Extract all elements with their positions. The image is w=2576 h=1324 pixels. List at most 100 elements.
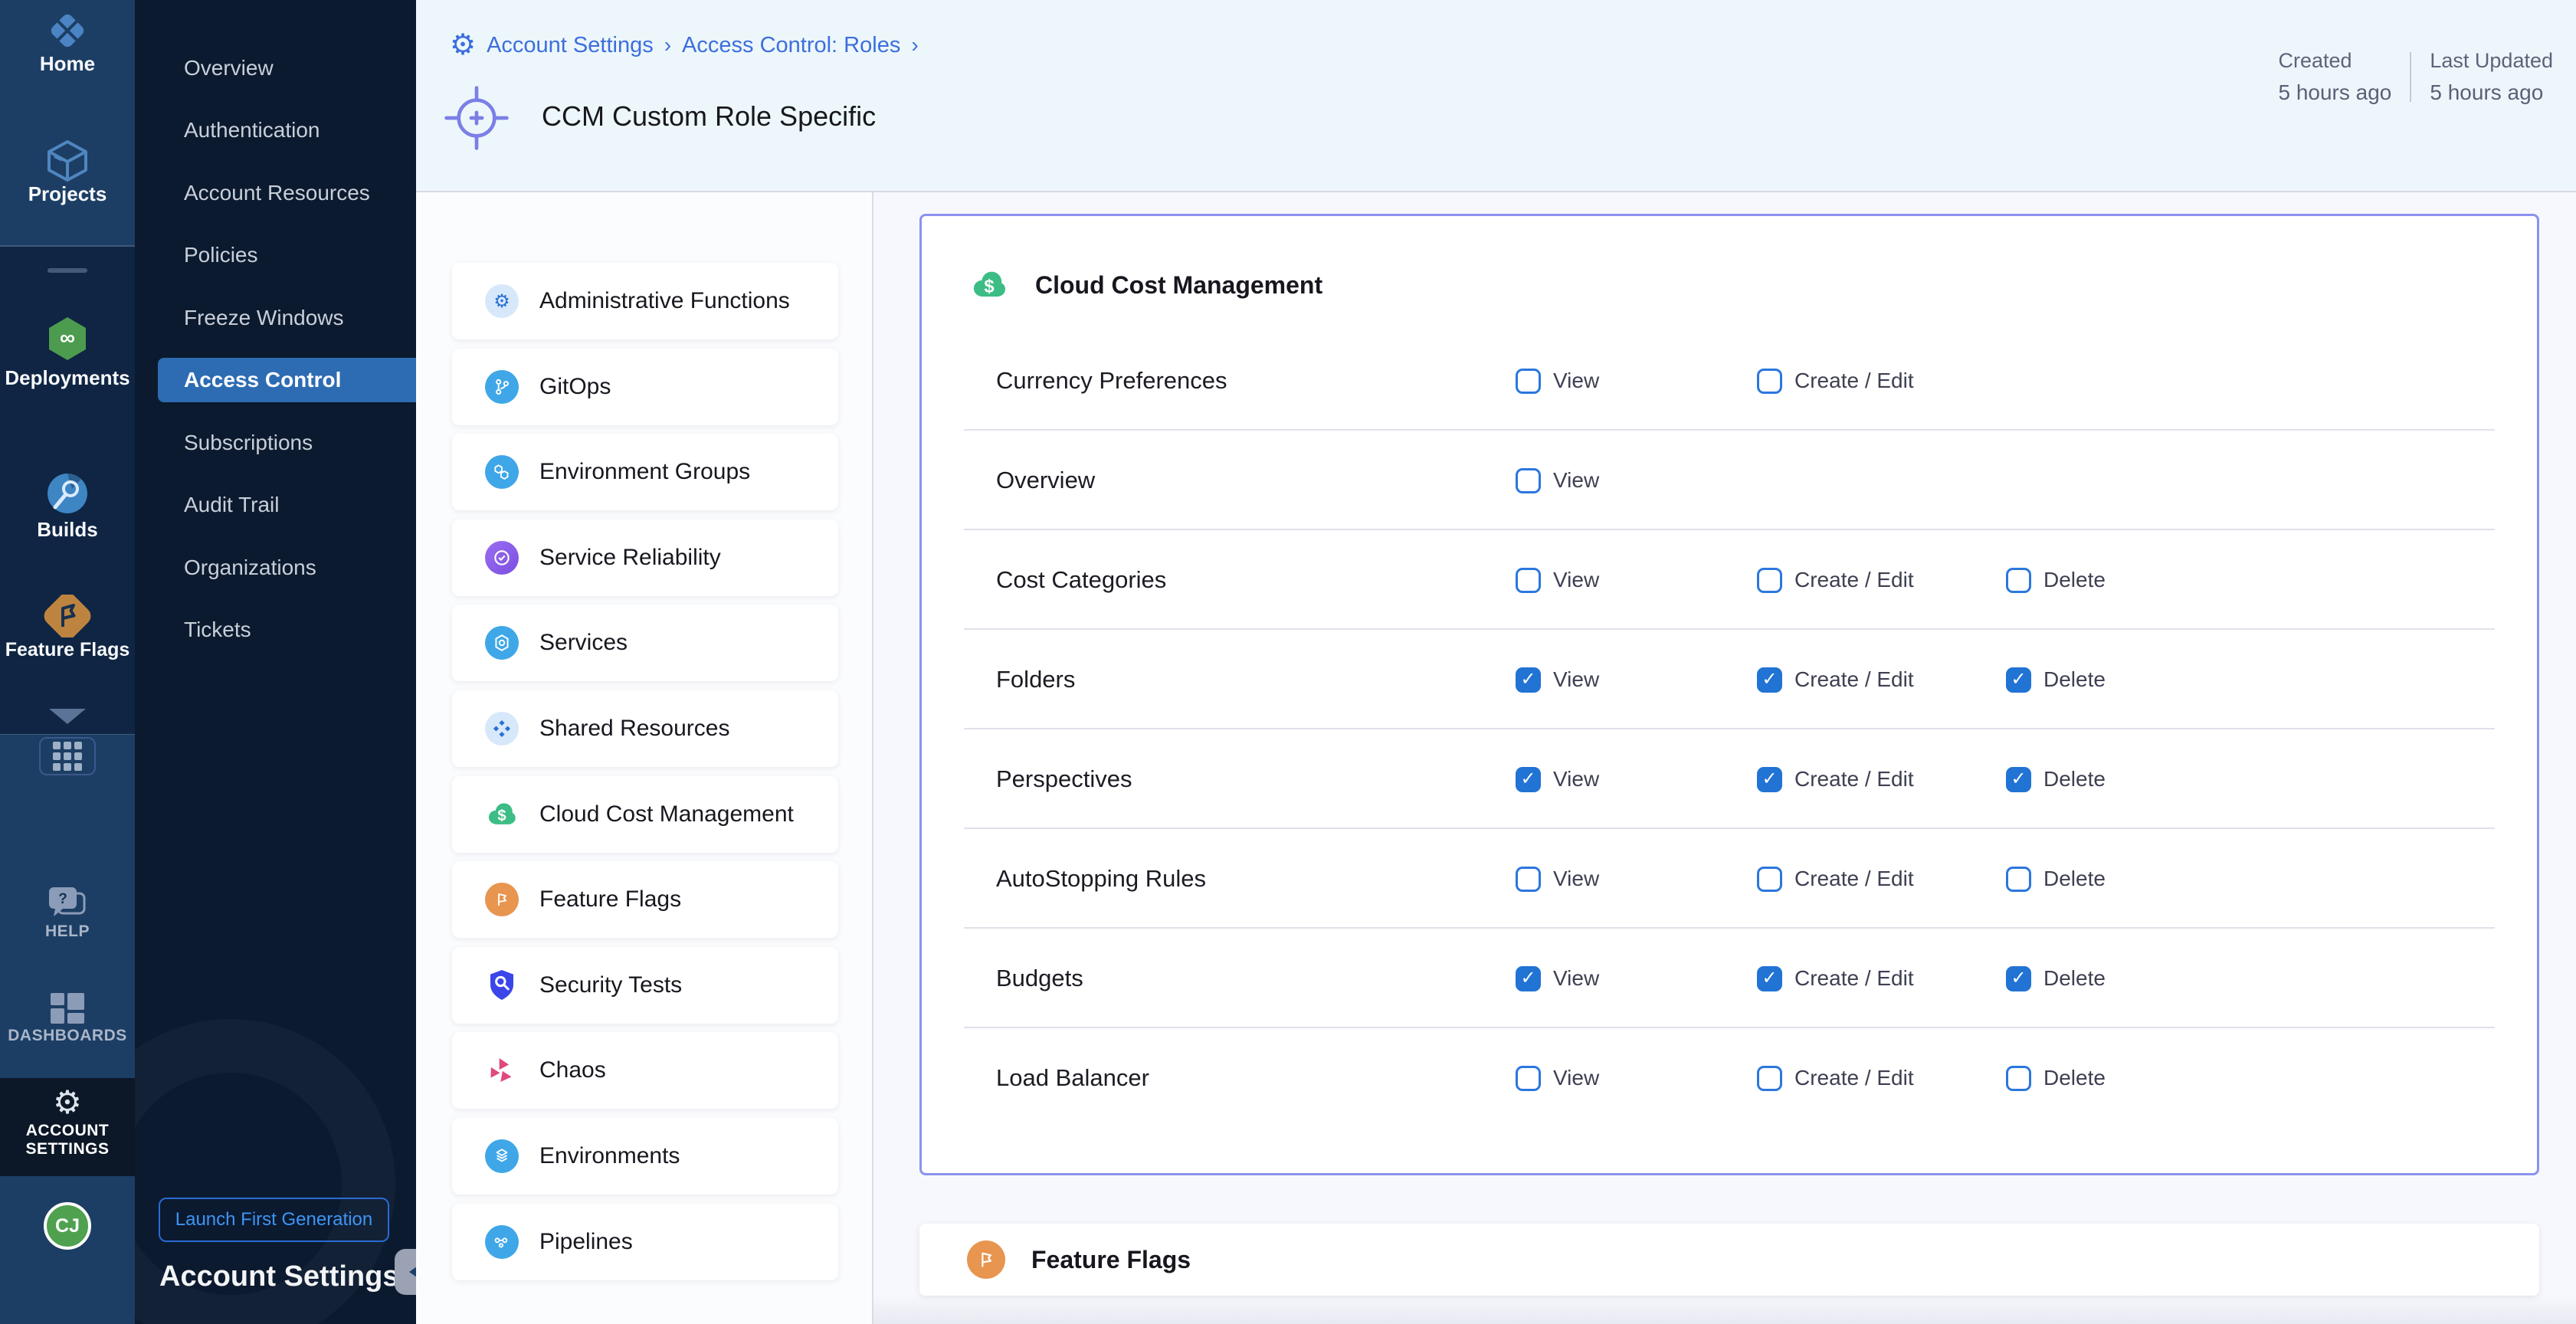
rail-item-builds[interactable]: Builds <box>0 472 135 542</box>
sidebar-item-authentication[interactable]: Authentication <box>135 108 416 152</box>
rail-item-home[interactable]: Home <box>0 9 135 76</box>
role-target-icon <box>444 85 510 151</box>
created-value: 5 hours ago <box>2278 80 2391 105</box>
sidebar-item-account-resources[interactable]: Account Resources <box>135 171 416 215</box>
category-security-tests[interactable]: Security Tests <box>452 947 838 1024</box>
category-pipelines[interactable]: Pipelines <box>452 1204 838 1280</box>
permission-row-overview: Overview View Create / Edit Delete <box>922 431 2537 530</box>
builds-icon <box>0 472 135 515</box>
breadcrumb-access-control-roles[interactable]: Access Control: Roles <box>682 33 900 58</box>
view-checkbox[interactable] <box>1516 667 1541 693</box>
shared-resources-icon <box>485 712 519 746</box>
category-cloud-cost-management[interactable]: $ Cloud Cost Management <box>452 776 838 853</box>
view-checkbox[interactable] <box>1516 767 1541 792</box>
breadcrumb: ⚙ Account Settings › Access Control: Rol… <box>450 31 919 60</box>
delete-checkbox[interactable] <box>2006 867 2031 892</box>
launch-first-generation-button[interactable]: Launch First Generation <box>159 1198 389 1242</box>
help-icon: ? <box>0 887 135 923</box>
breadcrumb-separator: › <box>911 33 918 57</box>
delete-checkbox[interactable] <box>2006 568 2031 593</box>
panel-title: Cloud Cost Management <box>1035 271 1322 300</box>
sidebar-item-access-control[interactable]: Access Control <box>158 358 416 402</box>
feature-flags-cat-icon <box>485 883 519 916</box>
gear-icon: ⚙ <box>53 1084 82 1120</box>
sidebar-item-policies[interactable]: Policies <box>135 233 416 277</box>
sidebar-item-organizations[interactable]: Organizations <box>135 546 416 590</box>
permission-row-folders: Folders View Create / Edit Delete <box>922 630 2537 729</box>
cloud-cost-management-panel: $ Cloud Cost Management Currency Prefere… <box>919 214 2539 1175</box>
create-edit-checkbox[interactable] <box>1757 369 1782 394</box>
permission-row-currency-preferences: Currency Preferences View Create / Edit … <box>922 331 2537 431</box>
role-meta: Created 5 hours ago Last Updated 5 hours… <box>2260 49 2571 105</box>
breadcrumb-account-settings[interactable]: Account Settings <box>487 33 654 58</box>
collapse-left-icon <box>409 1261 416 1283</box>
cloud-cost-icon: $ <box>969 265 1009 305</box>
permission-row-load-balancer: Load Balancer View Create / Edit Delete <box>922 1028 2537 1128</box>
view-checkbox[interactable] <box>1516 568 1541 593</box>
pipelines-icon <box>485 1225 519 1259</box>
sidebar-item-freeze-windows[interactable]: Freeze Windows <box>135 296 416 340</box>
delete-checkbox[interactable] <box>2006 767 2031 792</box>
category-shared-resources[interactable]: Shared Resources <box>452 690 838 767</box>
category-feature-flags[interactable]: Feature Flags <box>452 861 838 938</box>
environment-groups-icon <box>485 455 519 489</box>
view-checkbox[interactable] <box>1516 867 1541 892</box>
rail-item-deployments[interactable]: ∞ Deployments <box>0 316 135 390</box>
feature-flags-panel-title: Feature Flags <box>1031 1246 1191 1274</box>
permission-row-perspectives: Perspectives View Create / Edit Delete <box>922 729 2537 829</box>
admin-gear-icon: ⚙ <box>485 284 519 318</box>
rail-item-feature-flags[interactable]: Feature Flags <box>0 595 135 661</box>
category-administrative-functions[interactable]: ⚙ Administrative Functions <box>452 263 838 339</box>
grid-icon <box>53 742 82 771</box>
last-updated-block: Last Updated 5 hours ago <box>2411 49 2571 105</box>
rail-item-help[interactable]: ? HELP <box>0 887 135 941</box>
service-reliability-icon <box>485 541 519 575</box>
dashboards-icon <box>0 991 135 1027</box>
rail-item-dashboards[interactable]: DASHBOARDS <box>0 991 135 1045</box>
category-environments[interactable]: Environments <box>452 1118 838 1195</box>
category-services[interactable]: Services <box>452 605 838 681</box>
sidebar-collapse-button[interactable] <box>395 1249 416 1295</box>
sidebar-title: Account Settings <box>159 1260 398 1293</box>
settings-gear-icon: ⚙ <box>450 31 476 60</box>
svg-text:∞: ∞ <box>60 326 75 349</box>
category-environment-groups[interactable]: Environment Groups <box>452 434 838 510</box>
delete-checkbox[interactable] <box>2006 667 2031 693</box>
category-chaos[interactable]: Chaos <box>452 1032 838 1109</box>
create-edit-checkbox[interactable] <box>1757 767 1782 792</box>
create-edit-checkbox[interactable] <box>1757 966 1782 991</box>
resource-category-list: ⚙ Administrative Functions GitOps Enviro… <box>416 192 873 1324</box>
permission-row-cost-categories: Cost Categories View Create / Edit Delet… <box>922 530 2537 630</box>
user-avatar[interactable]: CJ <box>44 1202 91 1250</box>
deployments-icon: ∞ <box>0 316 135 362</box>
category-service-reliability[interactable]: Service Reliability <box>452 519 838 596</box>
create-edit-checkbox[interactable] <box>1757 667 1782 693</box>
sidebar-item-tickets[interactable]: Tickets <box>135 608 416 652</box>
view-checkbox[interactable] <box>1516 369 1541 394</box>
svg-text:$: $ <box>497 808 506 824</box>
feature-flags-cat-icon <box>967 1240 1005 1279</box>
module-picker-button[interactable] <box>39 737 96 775</box>
permission-rows: Currency Preferences View Create / Edit … <box>922 331 2537 1128</box>
create-edit-checkbox[interactable] <box>1757 867 1782 892</box>
breadcrumb-separator: › <box>664 33 671 57</box>
projects-icon <box>0 138 135 182</box>
sidebar-item-subscriptions[interactable]: Subscriptions <box>135 421 416 465</box>
rail-item-projects[interactable]: Projects <box>0 138 135 206</box>
view-checkbox[interactable] <box>1516 966 1541 991</box>
view-checkbox[interactable] <box>1516 1066 1541 1091</box>
create-edit-checkbox[interactable] <box>1757 1066 1782 1091</box>
category-gitops[interactable]: GitOps <box>452 349 838 425</box>
create-edit-checkbox[interactable] <box>1757 568 1782 593</box>
delete-checkbox[interactable] <box>2006 966 2031 991</box>
sidebar-item-audit-trail[interactable]: Audit Trail <box>135 483 416 527</box>
rail-item-account-settings[interactable]: ⚙ ACCOUNT SETTINGS <box>0 1086 135 1158</box>
feature-flags-panel: Feature Flags <box>919 1224 2539 1296</box>
bottom-scroll-fade <box>873 1295 2576 1324</box>
view-checkbox[interactable] <box>1516 468 1541 493</box>
rail-divider-dash <box>48 268 87 273</box>
chevron-down-icon[interactable] <box>49 709 86 724</box>
feature-flags-icon <box>0 595 135 637</box>
sidebar-item-overview[interactable]: Overview <box>135 46 416 90</box>
delete-checkbox[interactable] <box>2006 1066 2031 1091</box>
